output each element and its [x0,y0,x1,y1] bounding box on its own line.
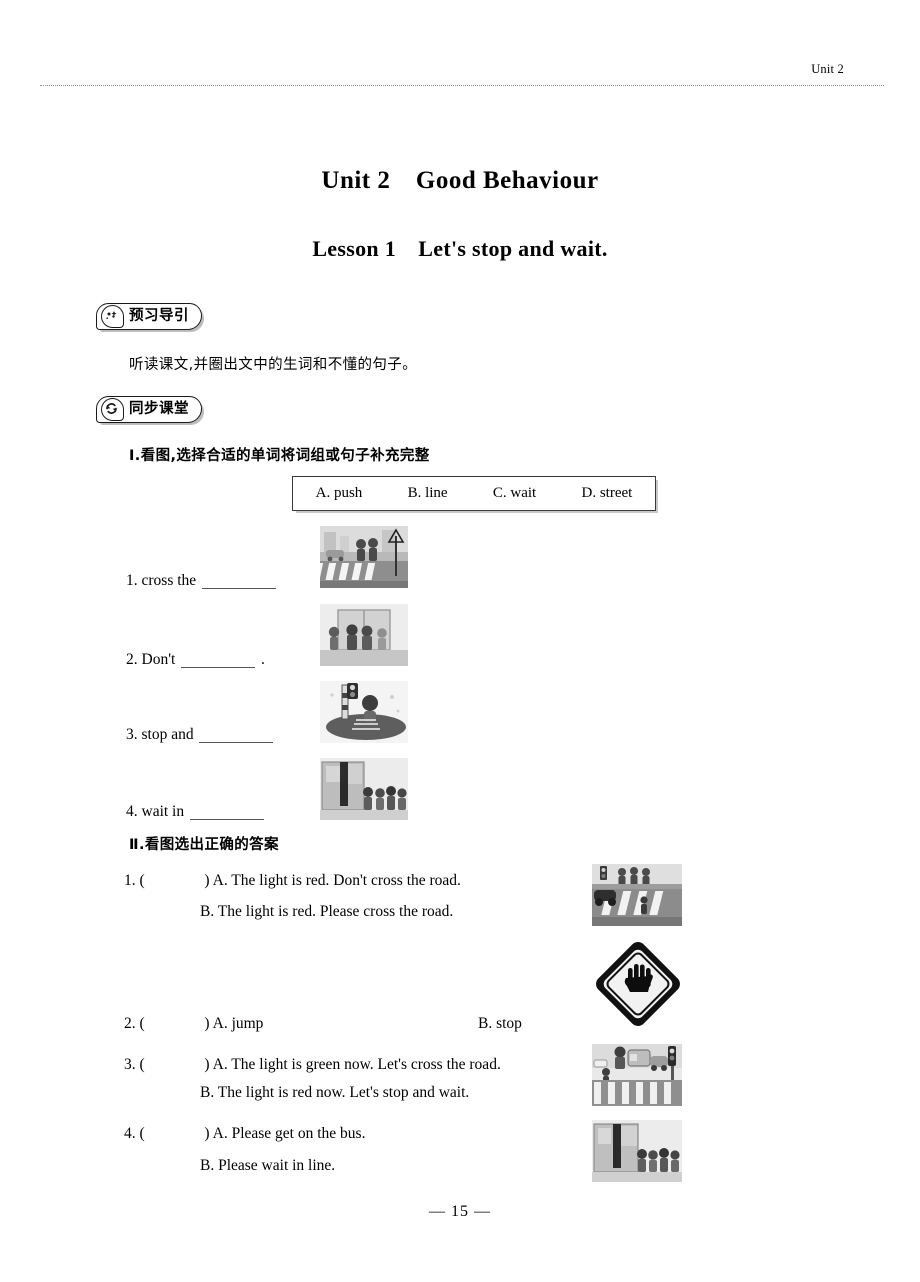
word-bank-option-c: C. wait [492,485,537,501]
crosswalk-children-sign-image [320,526,408,588]
fill-item-3-number: 3. [126,726,138,743]
fill-item-4-text: wait in [141,803,185,820]
mc-item-1-option-a[interactable]: A. The light is red. Don't cross the roa… [213,872,461,889]
preview-instruction-text: 听读课文,并圈出文中的生词和不懂的句子。 [129,357,418,373]
bus-queue-children-image [320,758,408,820]
mc-item-1: 1. ( ) A. The light is red. Don't cross … [124,872,461,890]
header-divider [40,85,884,86]
fill-item-2-text: Don't [141,651,176,668]
mc-item-4-option-b[interactable]: B. Please wait in line. [200,1157,335,1175]
mc-item-3-paren-close: ) [204,1056,210,1073]
mc-item-4-number: 4. [124,1125,136,1142]
mc-item-3-option-b[interactable]: B. The light is red now. Let's stop and … [200,1084,469,1102]
mc-item-2-paren-open: ( [139,1015,145,1032]
word-bank-option-a: A. push [315,485,363,501]
children-pushing-door-image [320,604,408,666]
mc-item-2: 2. ( ) A. jump [124,1015,263,1033]
fill-item-2-blank[interactable] [181,667,256,668]
mc-item-2-option-a[interactable]: A. jump [213,1015,264,1032]
page-header: Unit 2 [40,62,884,90]
mc-item-3: 3. ( ) A. The light is green now. Let's … [124,1056,501,1074]
mc-item-3-number: 3. [124,1056,136,1073]
fill-item-3: 3. stop and [126,726,275,744]
section-badge-classroom: 同步课堂 [96,396,202,423]
refresh-circle-icon [101,398,124,421]
sparkle-circle-icon [101,305,124,328]
page-number: — 15 — [429,1203,491,1220]
mc-item-4: 4. ( ) A. Please get on the bus. [124,1125,365,1143]
mc-item-2-number: 2. [124,1015,136,1032]
mc-item-1-option-b[interactable]: B. The light is red. Please cross the ro… [200,903,453,921]
fill-item-1-blank[interactable] [202,588,277,589]
fill-item-2-suffix: . [261,651,265,668]
fill-item-2: 2. Don't . [126,651,265,669]
fill-item-3-blank[interactable] [199,742,274,743]
word-bank: A. push B. line C. wait D. street [292,476,656,511]
mc-item-4-paren-open: ( [139,1125,145,1142]
section-badge-preview-label: 预习导引 [129,308,189,325]
mc-item-4-option-a[interactable]: A. Please get on the bus. [213,1125,366,1142]
fill-item-1-text: cross the [141,572,197,589]
fill-item-1-number: 1. [126,572,138,589]
fill-item-4-blank[interactable] [190,819,264,820]
mc-item-3-option-a[interactable]: A. The light is green now. Let's cross t… [213,1056,501,1073]
exercise-one-heading: Ⅰ.看图,选择合适的单词将词组或句子补充完整 [129,448,430,464]
section-badge-preview: 预习导引 [96,303,202,330]
fill-item-4: 4. wait in [126,803,266,821]
stop-hand-sign-icon [588,940,688,1028]
fill-item-3-text: stop and [141,726,194,743]
header-unit-label: Unit 2 [811,62,844,76]
fill-item-1: 1. cross the [126,572,278,590]
exercise-two-heading: Ⅱ.看图选出正确的答案 [129,837,279,853]
fill-item-2-number: 2. [126,651,138,668]
traffic-light-crossing-image [592,1044,682,1106]
fill-item-4-number: 4. [126,803,138,820]
street-crossing-car-image [592,864,682,926]
mc-item-2-paren-close: ) [204,1015,210,1032]
child-traffic-light-image [320,681,408,743]
mc-item-3-paren-open: ( [139,1056,145,1073]
word-bank-option-b: B. line [407,485,448,501]
mc-item-1-number: 1. [124,872,136,889]
section-badge-classroom-label: 同步课堂 [129,401,189,418]
bus-boarding-queue-image [592,1120,682,1182]
lesson-title: Lesson 1 Let's stop and wait. [312,236,608,261]
mc-item-4-paren-close: ) [204,1125,210,1142]
word-bank-option-d: D. street [581,485,633,501]
mc-item-1-paren-open: ( [139,872,145,889]
unit-title: Unit 2 Good Behaviour [321,167,599,194]
mc-item-1-paren-close: ) [204,872,210,889]
mc-item-2-option-b[interactable]: B. stop [478,1015,522,1033]
